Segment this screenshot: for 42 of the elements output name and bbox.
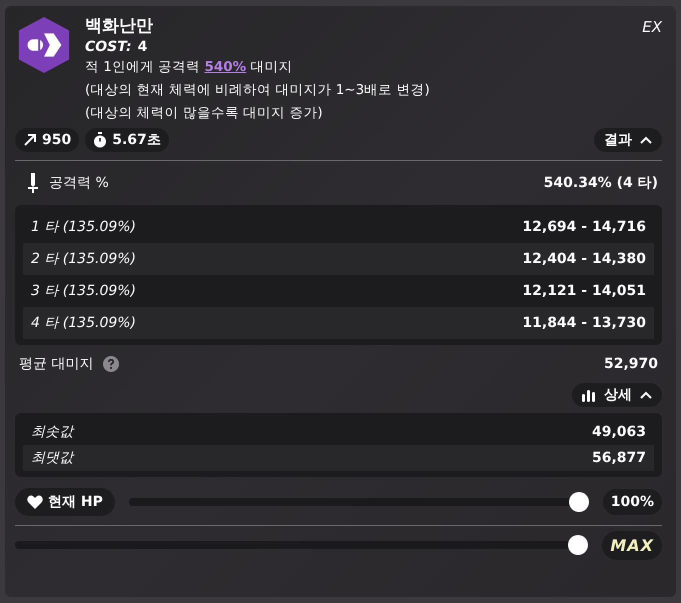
cost-label: COST: — [85, 39, 132, 55]
row-value: 11,844 - 13,730 — [522, 315, 646, 331]
skill-description: (대상의 체력이 많을수록 대미지 증가) — [85, 104, 324, 123]
skill-description: (대상의 현재 체력에 비례하여 대미지가 1~3배로 변경) — [85, 81, 430, 100]
sword-icon — [27, 172, 39, 194]
skill-name: 백화난만 — [85, 15, 154, 38]
chevron-up-icon — [640, 391, 652, 399]
row-value: 49,063 — [592, 424, 646, 440]
row-value: 56,877 — [592, 450, 646, 466]
diagonal-arrow-icon — [23, 133, 37, 147]
attack-value: 540.34% (4 타) — [544, 174, 658, 192]
bar-chart-icon — [582, 388, 596, 402]
slider-thumb[interactable] — [568, 492, 589, 512]
slider[interactable] — [128, 492, 589, 512]
row-label: 4 타 (135.09%) — [31, 314, 136, 332]
row-value: 12,694 - 14,716 — [522, 219, 646, 235]
row-label: 최댓값 — [31, 449, 73, 467]
row-label: 3 타 (135.09%) — [31, 282, 136, 300]
grade-label: EX — [642, 18, 662, 36]
average-label: 평균 대미지 — [19, 355, 94, 373]
stopwatch-icon — [93, 132, 108, 148]
stat-chip: 950 — [15, 128, 80, 152]
heart-icon — [27, 495, 43, 509]
hp-chip: 현재 HP — [15, 488, 115, 516]
row-label: 최솟값 — [31, 423, 73, 441]
slider-thumb[interactable] — [568, 535, 588, 555]
average-value: 52,970 — [604, 356, 658, 372]
stat-chip: 5.67초 — [85, 128, 169, 152]
help-icon[interactable] — [103, 356, 120, 372]
row-label: 2 타 (135.09%) — [31, 250, 136, 268]
skill-description: 적 1인에게 공격력 540% 대미지 — [85, 58, 294, 77]
row-value: 12,404 - 14,380 — [522, 251, 646, 267]
row-value: 12,121 - 14,051 — [522, 283, 646, 299]
results-toggle-button[interactable]: 결과 — [594, 128, 662, 152]
chevron-up-icon — [640, 136, 652, 144]
cost-value: 4 — [138, 39, 148, 55]
details-toggle-button[interactable]: 상세 — [572, 383, 662, 407]
row-label: 1 타 (135.09%) — [31, 218, 136, 236]
attack-label: 공격력 % — [49, 174, 109, 192]
max-badge: MAX — [602, 530, 662, 560]
hp-reading: 100% — [602, 489, 662, 515]
slider[interactable] — [15, 535, 588, 555]
